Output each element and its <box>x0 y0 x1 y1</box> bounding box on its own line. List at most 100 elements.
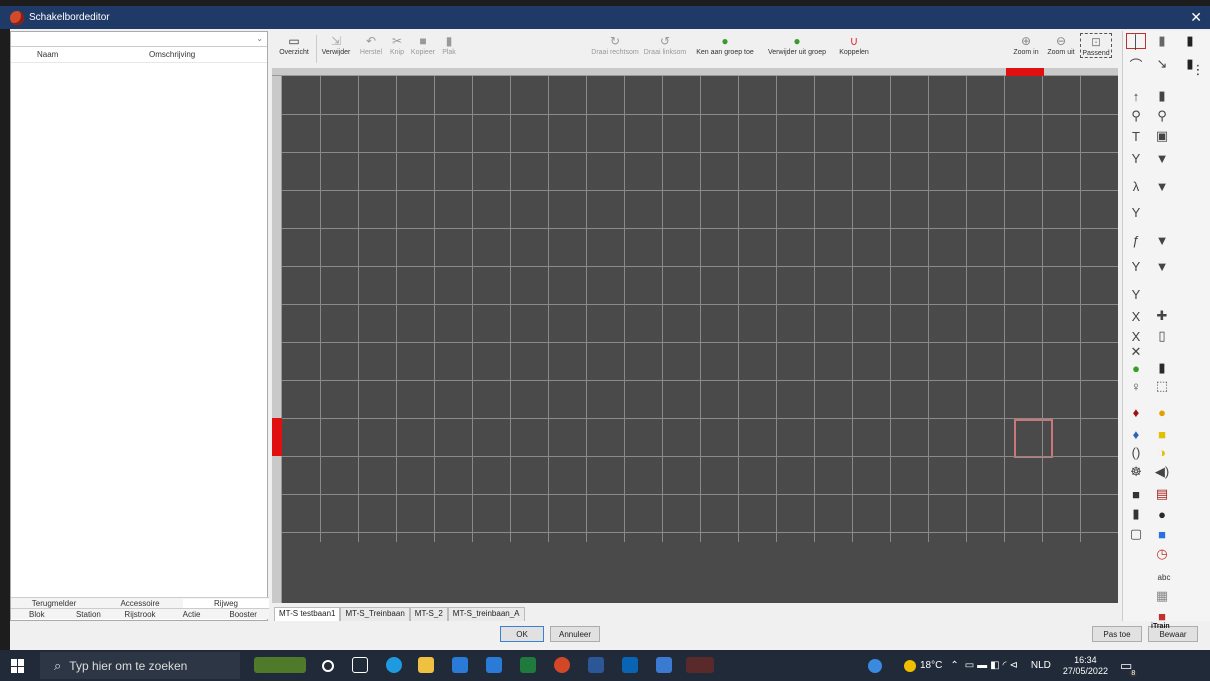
tab-actie[interactable]: Actie <box>166 610 218 619</box>
link-button[interactable]: ∪ Koppelen <box>834 33 874 56</box>
stop-icon[interactable]: T <box>1127 127 1145 145</box>
language-indicator[interactable]: NLD <box>1031 660 1051 671</box>
selection-box-icon[interactable]: ⬚ <box>1153 377 1171 395</box>
grid-tool-icon[interactable]: ▦ <box>1153 587 1171 605</box>
taskbar-search[interactable]: ⌕ Typ hier om te zoeken <box>40 652 240 679</box>
panel-block-icon[interactable]: ▮ <box>1127 505 1145 523</box>
tab-accessoire[interactable]: Accessoire <box>97 599 183 608</box>
cancel-button[interactable]: Annuleer <box>550 626 600 642</box>
temperature[interactable]: 18°C <box>920 660 942 671</box>
tab-layout-1[interactable]: MT-S testbaan1 <box>274 607 341 621</box>
turnout-block-icon[interactable]: ▼ <box>1153 177 1171 195</box>
chevron-down-icon[interactable]: ⌄ <box>256 34 263 43</box>
task-view-icon[interactable] <box>352 657 368 673</box>
turnout-right-icon[interactable]: λ <box>1127 177 1145 195</box>
tab-rijweg[interactable]: Rijweg <box>183 598 269 608</box>
double-slip-icon[interactable]: Y <box>1127 285 1145 303</box>
straight-track-icon[interactable]: │ <box>1127 32 1145 50</box>
contact-small-icon[interactable]: ♀ <box>1127 377 1145 395</box>
turnout-left-icon[interactable]: Y <box>1127 149 1145 167</box>
tray-chevron-icon[interactable]: ⌃ <box>950 660 958 671</box>
copy-button[interactable]: ■ Kopieer <box>408 33 438 56</box>
widget-icon[interactable] <box>254 657 306 673</box>
add-to-group-button[interactable]: ● Ken aan groep toe <box>692 33 758 56</box>
rotate-left-button[interactable]: ↺ Draai linksom <box>642 33 688 56</box>
turnout-icon[interactable]: Y <box>1127 203 1145 221</box>
track-block-icon[interactable]: ▮ <box>1153 32 1171 50</box>
sound-icon[interactable]: ◀) <box>1153 463 1171 481</box>
column-description[interactable]: Omschrijving <box>149 50 195 59</box>
tab-booster[interactable]: Booster <box>217 610 269 619</box>
word-icon[interactable] <box>588 657 604 673</box>
signal-icon[interactable]: ▮ <box>1181 32 1199 50</box>
tunnel-icon[interactable]: () <box>1127 443 1145 461</box>
turnout-block-icon[interactable]: ▼ <box>1153 149 1171 167</box>
blue-block-icon[interactable]: ■ <box>1153 525 1171 543</box>
box-icon[interactable]: ▣ <box>1153 127 1171 145</box>
mail-icon[interactable] <box>486 657 502 673</box>
clock[interactable]: 16:34 27/05/2022 <box>1063 655 1108 677</box>
weather-icon[interactable] <box>904 659 916 672</box>
tab-station[interactable]: Station <box>63 610 115 619</box>
xx-icon[interactable]: ● <box>1153 403 1171 421</box>
ok-button[interactable]: OK <box>500 626 544 642</box>
filter-dropdown[interactable]: ⌄ <box>11 32 267 47</box>
remove-from-group-button[interactable]: ● Verwijder uit groep <box>760 33 834 56</box>
contact-icon[interactable]: ● <box>1127 359 1145 377</box>
detector-icon[interactable]: ▯ <box>1153 327 1171 345</box>
decoupler-icon[interactable]: ♦ <box>1127 403 1145 421</box>
three-way-icon[interactable]: Y <box>1127 257 1145 275</box>
clock-icon[interactable]: ◷ <box>1153 545 1171 563</box>
tab-terugmelder[interactable]: Terugmelder <box>11 599 97 608</box>
signal-block-icon[interactable]: ▮ <box>1153 359 1171 377</box>
rounded-block-icon[interactable]: ▢ <box>1127 525 1145 543</box>
crossing-icon[interactable]: ƒ <box>1127 231 1145 249</box>
tray-icons[interactable]: ▭▬◧◜⊲ <box>965 660 1021 671</box>
curve-block-icon[interactable]: ↘ <box>1153 55 1171 73</box>
fit-button[interactable]: ⊡ Passend <box>1080 33 1112 58</box>
app-icon[interactable] <box>656 657 672 673</box>
overview-button[interactable]: ▭ Overzicht <box>274 33 314 56</box>
end-icon[interactable]: ⚲ <box>1127 107 1145 125</box>
slip-icon[interactable]: X <box>1127 307 1145 325</box>
outlook-icon[interactable] <box>622 657 638 673</box>
tab-layout-3[interactable]: MT-S_2 <box>409 607 448 621</box>
rotate-right-button[interactable]: ↻ Draai rechtsom <box>590 33 640 56</box>
cortana-icon[interactable] <box>322 660 334 672</box>
sensor-icon[interactable]: ♦ <box>1127 425 1145 443</box>
excel-icon[interactable] <box>520 657 536 673</box>
help-icon[interactable] <box>868 658 882 673</box>
tab-rijstrook[interactable]: Rijstrook <box>114 610 166 619</box>
end-block-icon[interactable]: ⚲ <box>1153 107 1171 125</box>
explorer-icon[interactable] <box>418 657 434 673</box>
zoom-out-button[interactable]: ⊖ Zoom uit <box>1044 33 1078 56</box>
apply-button[interactable]: Pas toe <box>1092 626 1142 642</box>
panel-icon[interactable]: ■ <box>1127 485 1145 503</box>
zoom-in-button[interactable]: ⊕ Zoom in <box>1010 33 1042 56</box>
itrain-taskbar-icon[interactable] <box>686 657 714 673</box>
tab-blok[interactable]: Blok <box>11 610 63 619</box>
notification-icon[interactable]: ▭ 8 <box>1120 658 1138 677</box>
curve-track-icon[interactable]: ⌒ <box>1127 55 1145 73</box>
edge-icon[interactable] <box>386 657 402 673</box>
paste-button[interactable]: ▮ Plak <box>438 33 460 56</box>
three-way-block-icon[interactable]: ▼ <box>1153 257 1171 275</box>
close-icon[interactable]: ✕ <box>1190 9 1202 26</box>
yellow-block-icon[interactable]: ■ <box>1153 425 1171 443</box>
layout-canvas[interactable] <box>282 76 1118 603</box>
windows-start-icon[interactable] <box>11 659 25 673</box>
turntable-icon[interactable]: ☸ <box>1127 463 1145 481</box>
display-icon[interactable]: ▤ <box>1153 485 1171 503</box>
store-icon[interactable] <box>452 657 468 673</box>
undo-button[interactable]: ↶ Herstel <box>356 33 386 56</box>
tab-layout-2[interactable]: MT-S_Treinbaan <box>340 607 410 621</box>
cut-button[interactable]: ✂ Knip <box>386 33 408 56</box>
cross-block-icon[interactable]: ✚ <box>1153 307 1171 325</box>
tab-layout-4[interactable]: MT-S_treinbaan_A <box>447 607 525 621</box>
led-icon[interactable]: ● <box>1153 505 1171 523</box>
powerpoint-icon[interactable] <box>554 657 570 673</box>
light-icon[interactable]: ◑ <box>1153 443 1171 461</box>
buffer-block-icon[interactable]: ▮ <box>1153 87 1171 105</box>
buffer-icon[interactable]: ↑ <box>1127 87 1145 105</box>
crossing-block-icon[interactable]: ▼ <box>1153 231 1171 249</box>
